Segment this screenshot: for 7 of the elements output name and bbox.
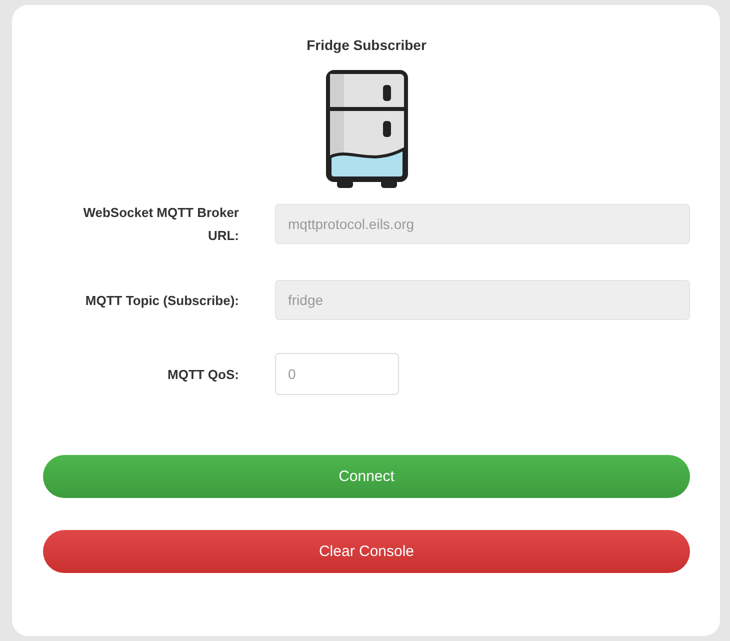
clear-console-button[interactable]: Clear Console — [43, 530, 690, 573]
field-label: MQTT QoS: — [166, 366, 239, 384]
field-label: WebSocket MQTT Broker URL: — [82, 204, 239, 245]
field-label: MQTT Topic (Subscribe): — [84, 292, 239, 310]
input-field[interactable]: 0 — [275, 353, 399, 395]
connect-button[interactable]: Connect — [43, 455, 690, 498]
page-title: Fridge Subscriber — [306, 37, 426, 53]
